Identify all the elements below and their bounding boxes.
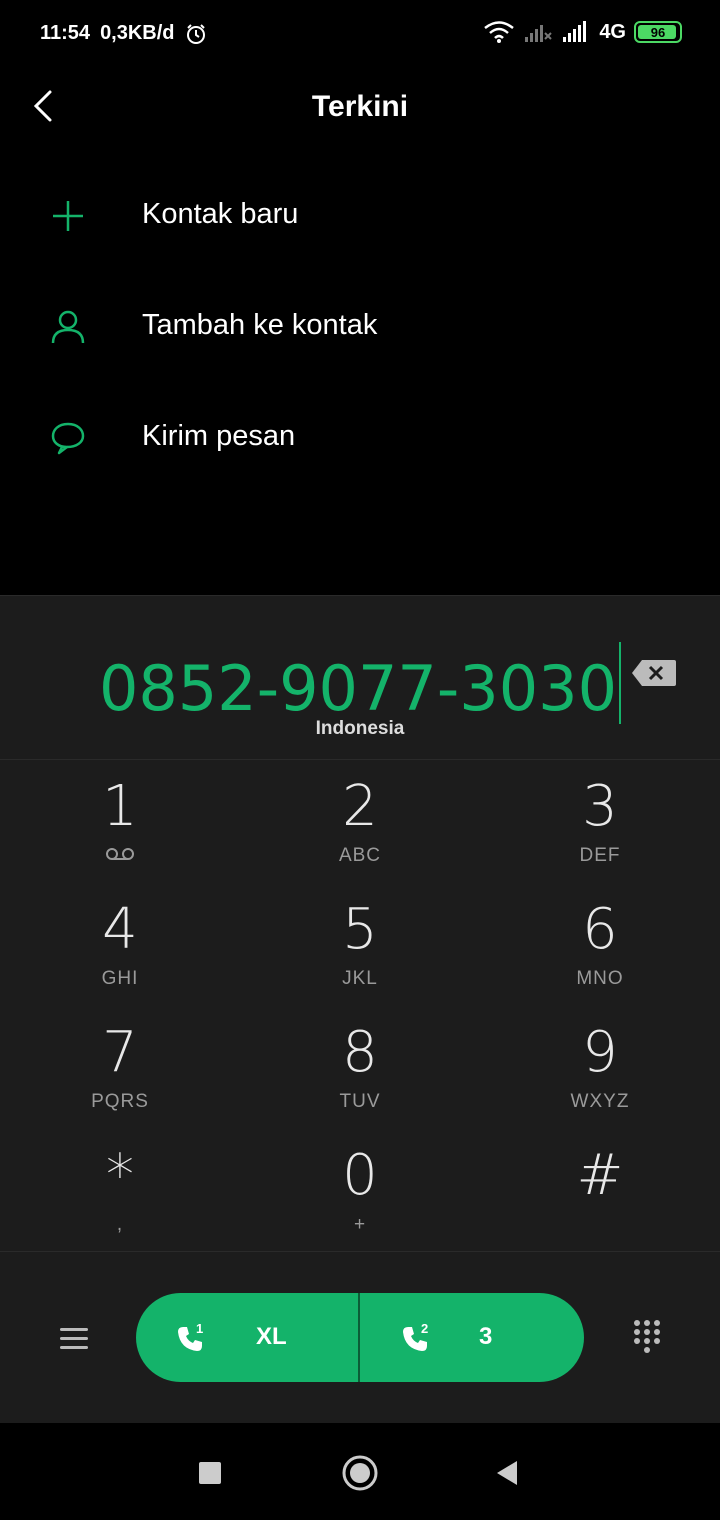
network-type: 4G bbox=[599, 20, 626, 43]
status-time: 11:54 bbox=[40, 22, 91, 44]
status-left: 11:54 0,3KB/d bbox=[40, 22, 207, 45]
option-label: Kirim pesan bbox=[142, 420, 296, 452]
dialpad-toggle-icon[interactable] bbox=[632, 1319, 662, 1355]
keypad: 1 2 ABC 3 DEF 4 GHI 5 JKL 6 MNO 7 PQRS 8 TUV 9 WXYZ *, 0 + # bbox=[0, 759, 720, 1252]
number-display-area: 0852-9077-3030 Indonesia bbox=[0, 596, 720, 760]
key-zero[interactable]: 0 + bbox=[240, 1128, 480, 1251]
call-sim1-button[interactable]: 1 XL bbox=[136, 1293, 359, 1382]
sim-slot-number: 1 bbox=[196, 1321, 204, 1336]
key-five[interactable]: 5 JKL bbox=[240, 882, 480, 1005]
text-cursor bbox=[619, 642, 622, 724]
option-label: Kontak baru bbox=[142, 198, 299, 230]
person-icon bbox=[51, 310, 85, 344]
key-digit: 0 bbox=[342, 1143, 378, 1208]
key-digit: 6 bbox=[582, 897, 618, 962]
recents-square-icon[interactable] bbox=[190, 1453, 230, 1493]
key-eight[interactable]: 8 TUV bbox=[240, 1005, 480, 1128]
key-letters: ABC bbox=[338, 845, 382, 866]
chat-bubble-icon bbox=[51, 422, 85, 455]
key-two[interactable]: 2 ABC bbox=[240, 759, 480, 882]
voicemail-icon bbox=[106, 848, 134, 860]
key-star[interactable]: *, bbox=[0, 1128, 240, 1251]
alarm-icon bbox=[186, 23, 205, 44]
key-letters: MNO bbox=[576, 968, 624, 989]
dial-panel: 0852-9077-3030 Indonesia 1 2 ABC 3 DEF 4 GHI 5 J… bbox=[0, 595, 720, 1424]
key-letters: + bbox=[353, 1214, 367, 1235]
menu-icon[interactable] bbox=[58, 1323, 90, 1355]
key-digit: 1 bbox=[102, 774, 138, 839]
key-letters: PQRS bbox=[91, 1091, 149, 1112]
options-list: Kontak baru Tambah ke kontak Kirim pesan bbox=[0, 160, 720, 493]
key-one[interactable]: 1 bbox=[0, 759, 240, 882]
call-divider bbox=[358, 1293, 360, 1382]
number-region: Indonesia bbox=[315, 718, 405, 739]
battery-percent: 96 bbox=[650, 24, 666, 40]
key-digit: 3 bbox=[582, 774, 618, 839]
sim-slot-number: 2 bbox=[421, 1321, 429, 1336]
option-label: Tambah ke kontak bbox=[142, 309, 378, 341]
key-digit: 9 bbox=[582, 1020, 618, 1085]
key-digit: 2 bbox=[342, 774, 378, 839]
wifi-icon bbox=[484, 21, 515, 43]
call-sim2-button[interactable]: 2 3 bbox=[361, 1293, 584, 1382]
key-three[interactable]: 3 DEF bbox=[480, 759, 720, 882]
back-triangle-icon[interactable] bbox=[488, 1453, 528, 1493]
signal-sim2-icon bbox=[525, 25, 553, 42]
backspace-icon[interactable] bbox=[630, 658, 678, 688]
option-new-contact[interactable]: Kontak baru bbox=[0, 160, 720, 271]
key-digit: 4 bbox=[102, 897, 138, 962]
key-letters: TUV bbox=[339, 1091, 381, 1112]
dialed-number[interactable]: 0852-9077-3030 bbox=[0, 642, 720, 725]
network-speed: 0,3KB/d bbox=[100, 22, 175, 44]
carrier-name: XL bbox=[256, 1323, 287, 1350]
key-letters: GHI bbox=[101, 968, 139, 989]
signal-sim1-icon bbox=[563, 21, 587, 42]
key-digit: * bbox=[106, 1143, 134, 1208]
battery-indicator: 96 bbox=[634, 21, 682, 43]
key-digit: 7 bbox=[102, 1020, 138, 1085]
key-four[interactable]: 4 GHI bbox=[0, 882, 240, 1005]
call-buttons: 1 XL 2 3 bbox=[136, 1293, 584, 1382]
key-letters: WXYZ bbox=[570, 1091, 630, 1112]
key-digit: 8 bbox=[342, 1020, 378, 1085]
status-right: 4G 96 bbox=[483, 20, 682, 44]
dialed-number-text: 0852-9077-3030 bbox=[98, 652, 618, 725]
key-letters: JKL bbox=[342, 968, 378, 989]
carrier-name: 3 bbox=[479, 1323, 493, 1350]
call-bar: 1 XL 2 3 bbox=[0, 1251, 720, 1424]
navigation-bar bbox=[0, 1423, 720, 1520]
plus-icon bbox=[53, 201, 83, 231]
status-bar: 11:54 0,3KB/d 4G 96 bbox=[0, 0, 720, 70]
key-seven[interactable]: 7 PQRS bbox=[0, 1005, 240, 1128]
page-title: Terkini bbox=[311, 90, 409, 123]
key-digit: # bbox=[576, 1143, 624, 1208]
key-hash[interactable]: # bbox=[480, 1128, 720, 1251]
key-six[interactable]: 6 MNO bbox=[480, 882, 720, 1005]
key-digit: 5 bbox=[342, 897, 378, 962]
option-add-to-contact[interactable]: Tambah ke kontak bbox=[0, 271, 720, 382]
key-nine[interactable]: 9 WXYZ bbox=[480, 1005, 720, 1128]
key-letters: DEF bbox=[579, 845, 621, 866]
option-send-message[interactable]: Kirim pesan bbox=[0, 382, 720, 493]
home-circle-icon[interactable] bbox=[340, 1453, 380, 1493]
header: Terkini bbox=[0, 70, 720, 145]
key-letters: , bbox=[116, 1214, 124, 1235]
